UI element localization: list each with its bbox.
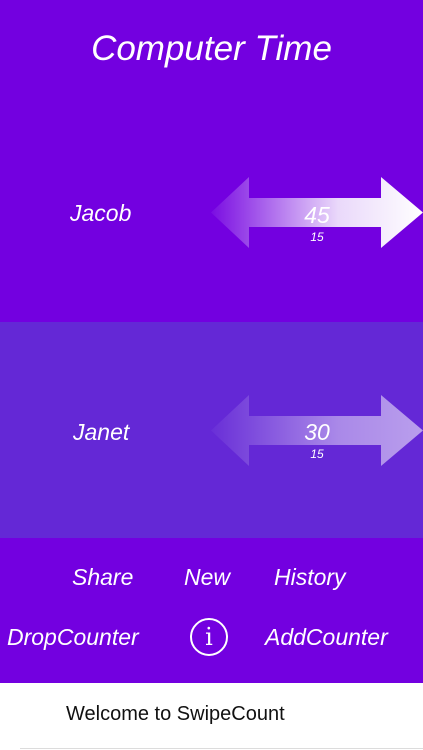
history-button[interactable]: History — [274, 564, 346, 591]
drop-counter-button[interactable]: DropCounter — [7, 624, 139, 651]
divider — [20, 748, 423, 749]
info-icon[interactable]: i — [190, 618, 228, 656]
counter-step: 15 — [310, 447, 324, 461]
page-title: Computer Time — [91, 28, 332, 68]
welcome-banner: Welcome to SwipeCount — [0, 683, 423, 750]
counter-name: Jacob — [70, 200, 132, 226]
info-icon-glyph: i — [205, 623, 213, 651]
counter-value: 45 — [304, 202, 330, 228]
new-button[interactable]: New — [184, 564, 230, 591]
welcome-text: Welcome to SwipeCount — [66, 703, 285, 725]
add-counter-button[interactable]: AddCounter — [265, 624, 388, 651]
share-button[interactable]: Share — [72, 564, 133, 591]
toolbar: Share New History DropCounter i AddCount… — [0, 538, 423, 683]
counter-step: 15 — [310, 230, 324, 244]
app-title-bar: Computer Time — [0, 0, 423, 105]
counter-row-jacob[interactable]: Jacob 45 15 — [0, 105, 423, 322]
counter-name: Janet — [73, 419, 130, 445]
counter-row-janet[interactable]: Janet 30 15 — [0, 322, 423, 538]
counter-value: 30 — [304, 419, 330, 445]
